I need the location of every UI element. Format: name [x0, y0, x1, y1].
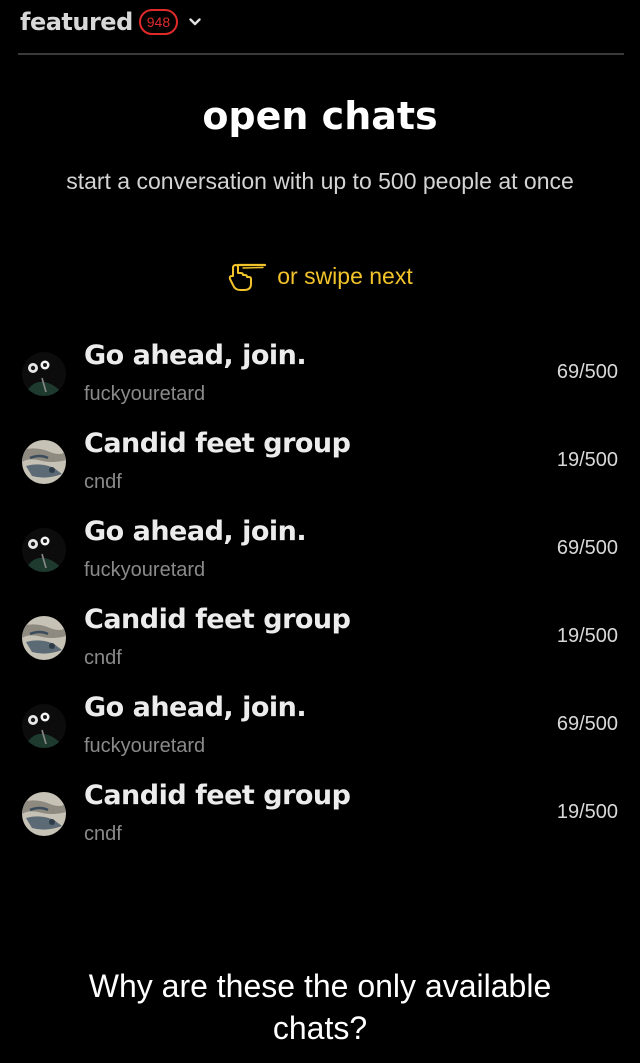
- featured-tab-title[interactable]: featured: [20, 8, 133, 36]
- chat-avatar: [22, 704, 66, 748]
- chat-owner: fuckyouretard: [84, 383, 206, 405]
- chat-owner: fuckyouretard: [84, 735, 206, 757]
- chat-owner: cndf: [84, 823, 122, 845]
- chat-row[interactable]: Candid feet group cndf 19/500: [0, 778, 640, 866]
- chat-avatar: [22, 528, 66, 572]
- chat-member-count: 19/500: [556, 449, 618, 471]
- notification-count-badge[interactable]: 948: [138, 9, 179, 35]
- chat-title: Go ahead, join.: [84, 692, 307, 723]
- header-divider: [18, 53, 624, 55]
- chevron-down-icon[interactable]: [188, 15, 202, 29]
- chat-title: Candid feet group: [84, 428, 351, 459]
- chat-member-count: 19/500: [556, 801, 618, 823]
- chat-avatar: [22, 792, 66, 836]
- swipe-next-label: or swipe next: [277, 262, 413, 289]
- meme-caption: Why are these the only available chats?: [88, 968, 552, 1046]
- top-bar: featured 948: [20, 0, 202, 44]
- chat-owner: cndf: [84, 647, 122, 669]
- chat-title: Go ahead, join.: [84, 516, 307, 547]
- chat-title: Candid feet group: [84, 780, 351, 811]
- chat-row[interactable]: Go ahead, join. fuckyouretard 69/500: [0, 514, 640, 602]
- chat-member-count: 69/500: [556, 713, 618, 735]
- chat-title: Candid feet group: [84, 604, 351, 635]
- chat-member-count: 69/500: [556, 361, 618, 383]
- chat-row[interactable]: Candid feet group cndf 19/500: [0, 602, 640, 690]
- chat-avatar: [22, 440, 66, 484]
- chat-member-count: 69/500: [556, 537, 618, 559]
- chat-row[interactable]: Go ahead, join. fuckyouretard 69/500: [0, 338, 640, 426]
- chat-owner: fuckyouretard: [84, 559, 206, 581]
- page-title: open chats: [202, 94, 438, 138]
- chat-member-count: 19/500: [556, 625, 618, 647]
- chat-row[interactable]: Go ahead, join. fuckyouretard 69/500: [0, 690, 640, 778]
- swipe-next-hint[interactable]: or swipe next: [0, 260, 640, 292]
- page-subtitle: start a conversation with up to 500 peop…: [66, 168, 574, 194]
- chat-avatar: [22, 616, 66, 660]
- chat-avatar: [22, 352, 66, 396]
- hand-pointing-icon: [227, 260, 267, 292]
- chat-row[interactable]: Candid feet group cndf 19/500: [0, 426, 640, 514]
- chat-owner: cndf: [84, 471, 122, 493]
- chat-list: Go ahead, join. fuckyouretard 69/500 Can…: [0, 338, 640, 866]
- chat-title: Go ahead, join.: [84, 340, 307, 371]
